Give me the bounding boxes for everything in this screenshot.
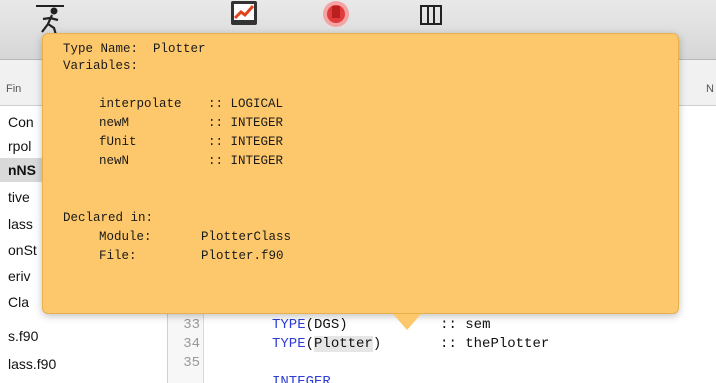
type-argument: DGS — [314, 317, 340, 333]
stop-icon[interactable] — [322, 0, 350, 28]
variable-type: :: INTEGER — [208, 135, 284, 149]
line-number: 35 — [183, 355, 200, 371]
type-name-value: Plotter — [153, 42, 206, 56]
chart-icon[interactable] — [230, 0, 258, 26]
file-label: File: — [99, 249, 137, 263]
keyword: INTEGER — [272, 374, 331, 383]
columns-icon[interactable] — [420, 4, 442, 26]
variables-label: Variables: — [63, 59, 139, 73]
variable-type: :: INTEGER — [208, 116, 284, 130]
module-value: PlotterClass — [201, 230, 292, 244]
sidebar-item[interactable]: lass.f90 — [0, 352, 168, 376]
type-name-row: Type Name: Plotter — [63, 42, 206, 56]
code-line[interactable]: INTEGER — [272, 374, 331, 383]
declared-in-label: Declared in: — [63, 211, 154, 225]
keyword: TYPE — [272, 317, 306, 333]
line-number: 33 — [183, 317, 200, 333]
variable-name: fUnit — [99, 135, 137, 149]
type-argument: Plotter — [314, 336, 373, 352]
keyword: TYPE — [272, 336, 306, 352]
file-value: Plotter.f90 — [201, 249, 284, 263]
variable-name: interpolate — [99, 97, 182, 111]
tab-find[interactable]: Fin — [6, 83, 21, 95]
module-label: Module: — [99, 230, 152, 244]
variable-type: :: LOGICAL — [208, 97, 284, 111]
code-line[interactable]: TYPE(Plotter) :: thePlotter — [272, 336, 549, 352]
variable-name: newN — [99, 154, 130, 168]
variable-name: newM — [99, 116, 130, 130]
variable-type: :: INTEGER — [208, 154, 284, 168]
line-number: 34 — [183, 336, 200, 352]
code-line[interactable]: TYPE(DGS) :: sem — [272, 317, 490, 333]
declaration: :: thePlotter — [440, 336, 550, 352]
type-info-tooltip: Type Name: Plotter Variables: interpolat… — [42, 33, 679, 330]
tooltip-arrow — [393, 314, 421, 330]
run-icon[interactable] — [30, 2, 70, 36]
sidebar-item[interactable]: s.f90 — [0, 324, 168, 348]
tab-right[interactable]: N — [706, 83, 714, 95]
declaration: :: sem — [440, 317, 491, 333]
type-name-label: Type Name: — [63, 42, 139, 56]
